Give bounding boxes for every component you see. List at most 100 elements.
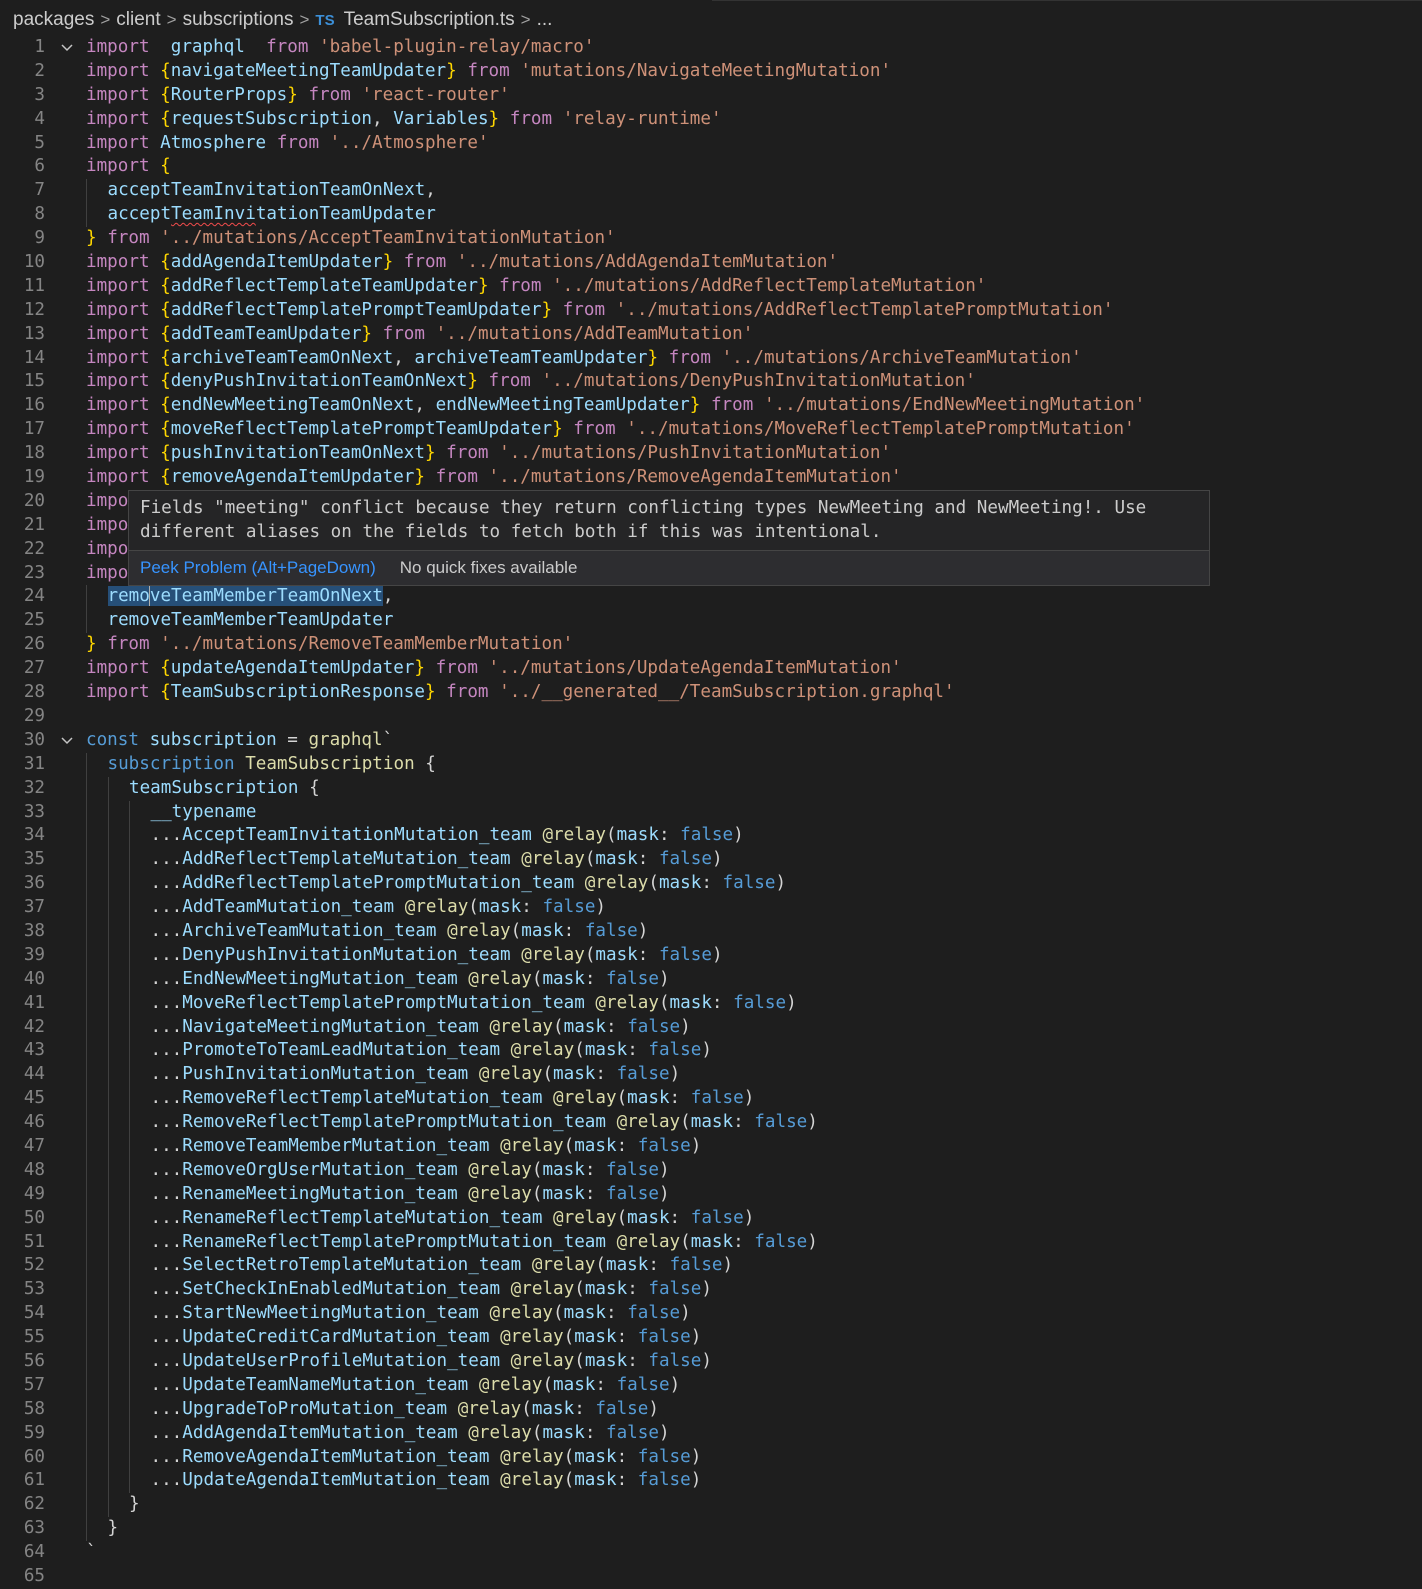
code-line[interactable]: 56 ...UpdateUserProfileMutation_team @rel… (0, 1349, 1422, 1374)
code-line[interactable]: 64 ` (0, 1541, 1422, 1565)
breadcrumb-item-client[interactable]: client (116, 9, 160, 31)
code-line[interactable]: 27 import {updateAgendaItemUpdater} from … (0, 657, 1422, 681)
code-token: ( (510, 920, 522, 941)
code-line[interactable]: 46 ...RemoveReflectTemplatePromptMutation… (0, 1111, 1422, 1135)
line-code: impo (86, 538, 128, 562)
code-line[interactable]: 38 ...ArchiveTeamMutation_team @relay(mas… (0, 919, 1422, 944)
peek-problem-link[interactable]: Peek Problem (Alt+PageDown) (140, 558, 376, 578)
code-line[interactable]: 10 import {addAgendaItemUpdater} from '..… (0, 251, 1422, 275)
code-line[interactable]: 4 import {requestSubscription, Variables}… (0, 108, 1422, 132)
code-line[interactable]: 2 import {navigateMeetingTeamUpdater} fro… (0, 60, 1422, 84)
code-line[interactable]: 25 removeTeamMemberTeamUpdater (0, 609, 1422, 634)
code-token: endNewMeetingTeamOnNext (170, 395, 415, 416)
code-token: UpdateTeamNameMutation_team (182, 1374, 469, 1395)
code-line[interactable]: 49 ...RenameMeetingMutation_team @relay(m… (0, 1182, 1422, 1207)
code-line[interactable]: 17 import {moveReflectTemplatePromptTeamU… (0, 418, 1422, 442)
code-line[interactable]: 54 ...StartNewMeetingMutation_team @relay… (0, 1302, 1422, 1327)
code-line[interactable]: 11 import {addReflectTemplateTeamUpdater}… (0, 275, 1422, 299)
code-line[interactable]: 9} from '../mutations/AcceptTeamInvitati… (0, 227, 1422, 251)
code-line[interactable]: 48 ...RemoveOrgUserMutation_team @relay(m… (0, 1158, 1422, 1183)
code-line[interactable]: 51 ...RenameReflectTemplatePromptMutation… (0, 1230, 1422, 1255)
code-line[interactable]: 24 removeTeamMemberTeamOnNext, (0, 585, 1422, 610)
code-line[interactable]: 33 __typename (0, 800, 1422, 825)
code-line[interactable]: 1 import graphql from 'babel-plugin-relay… (0, 36, 1422, 60)
indent-guide (129, 1039, 130, 1064)
code-token: ( (531, 1183, 543, 1204)
code-token: mask (595, 849, 638, 870)
indent-guide (129, 1134, 130, 1159)
line-code: ...UpdateCreditCardMutation_team @relay(… (151, 1326, 702, 1350)
code-line[interactable]: 12 import {addReflectTemplatePromptTeamUp… (0, 299, 1422, 323)
code-line[interactable]: 65 (0, 1565, 1422, 1589)
line-number: 25 (23, 610, 45, 631)
code-line[interactable]: 50 ...RenameReflectTemplateMutation_team … (0, 1206, 1422, 1231)
code-line[interactable]: 62} (0, 1493, 1422, 1518)
code-line[interactable]: 19 import {removeAgendaItemUpdater} from … (0, 466, 1422, 490)
code-line[interactable]: 29 (0, 705, 1422, 729)
code-line[interactable]: 42 ...NavigateMeetingMutation_team @relay… (0, 1015, 1422, 1040)
line-code: removeTeamMemberTeamOnNext, (107, 585, 394, 609)
code-line[interactable]: 14 import {archiveTeamTeamOnNext, archive… (0, 347, 1422, 371)
line-code: ...DenyPushInvitationMutation_team @rela… (151, 944, 723, 968)
code-token: mask (553, 1374, 596, 1395)
code-line[interactable]: 52 ...SelectRetroTemplateMutation_team @r… (0, 1254, 1422, 1279)
code-line[interactable]: 60 ...RemoveAgendaItemMutation_team @rela… (0, 1445, 1422, 1470)
fold-chevron-down-icon[interactable] (60, 41, 74, 55)
code-line[interactable]: 58 ...UpgradeToProMutation_team @relay(ma… (0, 1397, 1422, 1422)
breadcrumb-item-subscriptions[interactable]: subscriptions (183, 9, 294, 31)
fold-chevron-down-icon[interactable] (60, 734, 74, 748)
code-line[interactable]: 15 import {denyPushInvitationTeamOnNext} … (0, 370, 1422, 394)
code-line[interactable]: 41 ...MoveReflectTemplatePromptMutation_t… (0, 991, 1422, 1016)
code-editor[interactable]: 1 import graphql from 'babel-plugin-relay… (0, 36, 1422, 1589)
indent-guide (129, 1421, 130, 1446)
code-line[interactable]: 16 import {endNewMeetingTeamOnNext, endNe… (0, 394, 1422, 418)
code-line[interactable]: 6 import { (0, 155, 1422, 179)
line-number: 46 (23, 1112, 45, 1133)
code-token: mask (478, 897, 522, 918)
code-line[interactable]: 39 ...DenyPushInvitationMutation_team @re… (0, 943, 1422, 968)
code-line[interactable]: 34 ...AcceptTeamInvitationMutation_team @… (0, 824, 1422, 849)
code-token: } (647, 347, 659, 368)
code-line[interactable]: 31 subscription TeamSubscription { (0, 752, 1422, 777)
code-line[interactable]: 3 import {RouterProps} from 'react-router… (0, 84, 1422, 108)
code-line[interactable]: 53 ...SetCheckInEnabledMutation_team @rel… (0, 1278, 1422, 1303)
code-line[interactable]: 5 import Atmosphere from '../Atmosphere' (0, 132, 1422, 156)
code-line[interactable]: 32 teamSubscription { (0, 776, 1422, 801)
indent-guide (107, 943, 109, 968)
code-token: RenameReflectTemplateMutation_team (182, 1207, 543, 1228)
breadcrumb-item-packages[interactable]: packages (13, 9, 94, 31)
code-line[interactable]: 44 ...PushInvitationMutation_team @relay(… (0, 1063, 1422, 1088)
code-line[interactable]: 13 import {addTeamTeamUpdater} from '../m… (0, 323, 1422, 347)
code-line[interactable]: 55 ...UpdateCreditCardMutation_team @rela… (0, 1326, 1422, 1350)
code-token: from (435, 658, 478, 679)
code-line[interactable]: 61 ...UpdateAgendaItemMutation_team @rela… (0, 1469, 1422, 1494)
code-line[interactable]: 37 ...AddTeamMutation_team @relay(mask: f… (0, 896, 1422, 920)
code-line[interactable]: 43 ...PromoteToTeamLeadMutation_team @rel… (0, 1039, 1422, 1064)
code-line[interactable]: 7 acceptTeamInvitationTeamOnNext, (0, 179, 1422, 204)
code-token: import (86, 371, 150, 392)
code-line[interactable]: 8 acceptTeamInvitationTeamUpdater (0, 203, 1422, 228)
code-line[interactable]: 45 ...RemoveReflectTemplateMutation_team … (0, 1087, 1422, 1112)
code-line[interactable]: 57 ...UpdateTeamNameMutation_team @relay(… (0, 1373, 1422, 1398)
code-line[interactable]: 28 import {TeamSubscriptionResponse} from… (0, 681, 1422, 705)
code-token: navigateMeetingTeamUpdater (170, 60, 447, 81)
code-token: mask (521, 920, 564, 941)
code-token: : (669, 1207, 691, 1228)
code-line[interactable]: 18 import {pushInvitationTeamOnNext} from… (0, 442, 1422, 466)
breadcrumb-item-symbols[interactable]: ... (537, 9, 553, 31)
code-line[interactable]: 35 ...AddReflectTemplateMutation_team @re… (0, 848, 1422, 873)
code-line[interactable]: 59 ...AddAgendaItemMutation_team @relay(m… (0, 1421, 1422, 1446)
breadcrumb-item-file[interactable]: TeamSubscription.ts (344, 9, 515, 31)
code-line[interactable]: 30 const subscription = graphql` (0, 729, 1422, 753)
code-line[interactable]: 36 ...AddReflectTemplatePromptMutation_te… (0, 872, 1422, 897)
code-line[interactable]: 47 ...RemoveTeamMemberMutation_team @rela… (0, 1134, 1422, 1159)
code-token: = (276, 729, 309, 750)
code-line[interactable]: 40 ...EndNewMeetingMutation_team @relay(m… (0, 967, 1422, 992)
code-line[interactable]: 26} from '../mutations/RemoveTeamMemberM… (0, 633, 1422, 657)
code-line[interactable]: 63} (0, 1517, 1422, 1542)
